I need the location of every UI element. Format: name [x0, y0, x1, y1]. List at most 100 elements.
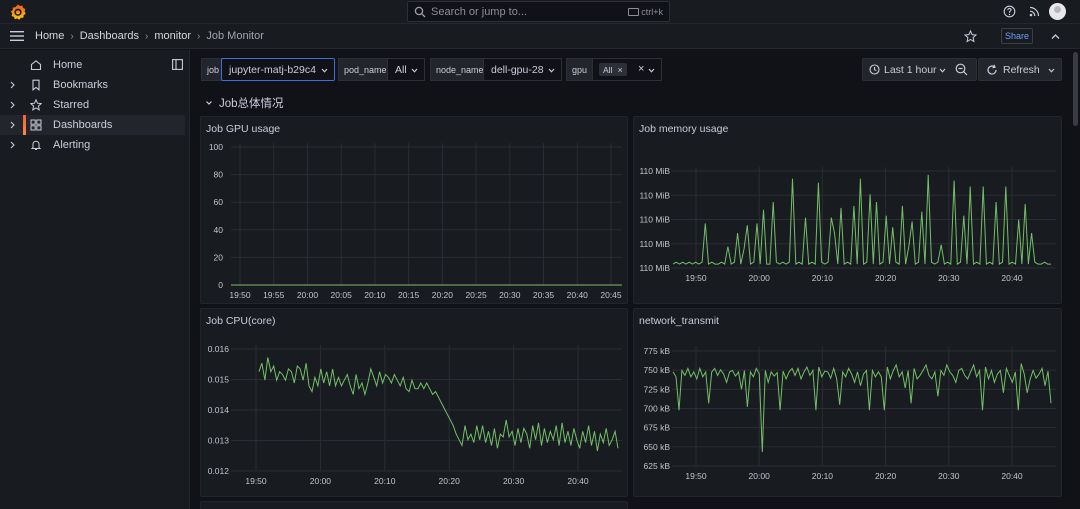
x-tick-label: 20:40 — [1001, 471, 1023, 481]
chevron-up-icon[interactable] — [1050, 31, 1061, 42]
gpu-selected-chip[interactable]: All × — [599, 63, 627, 76]
variable-node-name-select[interactable]: dell-gpu-28 — [483, 58, 562, 81]
network-transmit-chart: 775 kB 750 kB 725 kB 700 kB 675 kB 650 kB 625 … — [644, 346, 1056, 481]
scrollbar[interactable] — [1073, 52, 1078, 126]
y-tick-label: 625 kB — [644, 461, 671, 471]
y-tick-label: 0.015 — [208, 375, 230, 385]
panel-next-partial — [200, 501, 628, 509]
x-tick-label: 20:35 — [533, 290, 555, 300]
variable-gpu-select[interactable]: All × × — [592, 58, 662, 81]
sidebar-item-label: Bookmarks — [53, 79, 109, 91]
variable-pod-name-label: pod_name — [338, 58, 393, 81]
sidebar-item-bookmarks[interactable]: Bookmarks — [0, 75, 185, 95]
mark-favorite-star-icon[interactable] — [964, 30, 977, 43]
y-tick-label: 110 MiB — [639, 263, 670, 273]
panel-job-gpu-usage[interactable]: Job GPU usage 100 80 60 40 20 0 19:50 19:55 20:0… — [200, 116, 628, 304]
user-avatar[interactable] — [1049, 3, 1066, 20]
dashboard-row-header[interactable]: Job总体情况 — [205, 95, 284, 111]
chip-remove-icon[interactable]: × — [617, 65, 622, 75]
grafana-logo-icon[interactable] — [9, 3, 27, 21]
sidebar-item-starred[interactable]: Starred — [0, 95, 185, 115]
y-tick-label: 110 MiB — [639, 166, 670, 176]
home-icon — [30, 60, 42, 71]
chevron-down-icon — [548, 68, 555, 73]
variable-gpu-label: gpu — [566, 58, 594, 81]
y-tick-label: 675 kB — [644, 423, 671, 433]
chevron-down-icon[interactable] — [1048, 68, 1055, 73]
x-tick-label: 20:40 — [1001, 273, 1023, 283]
sidebar-item-dashboards[interactable]: Dashboards — [0, 115, 185, 135]
chevron-right-icon[interactable] — [9, 121, 16, 129]
top-bar: Search or jump to... ctrl+k — [0, 0, 1080, 24]
variable-node-name-label: node_name — [430, 58, 490, 81]
chip-label: All — [603, 64, 613, 75]
sidebar-item-label: Starred — [53, 99, 90, 111]
help-icon[interactable] — [1003, 5, 1016, 18]
x-tick-label: 19:55 — [263, 290, 285, 300]
y-tick-label: 110 MiB — [639, 215, 670, 225]
share-button[interactable]: Share — [1001, 28, 1033, 44]
sidebar-item-alerting[interactable]: Alerting — [0, 135, 185, 155]
menu-icon[interactable] — [10, 30, 24, 42]
x-tick-label: 20:10 — [812, 471, 834, 481]
active-indicator — [23, 115, 26, 135]
chevron-right-icon: › — [145, 30, 149, 42]
chevron-down-icon — [321, 68, 328, 73]
variable-pod-name-select[interactable]: All — [387, 58, 425, 81]
variable-job-select[interactable]: jupyter-matj-b29c4 — [221, 58, 335, 81]
keyboard-icon — [628, 7, 640, 16]
y-tick-label: 40 — [214, 225, 224, 235]
chevron-down-icon — [648, 68, 655, 73]
clear-icon[interactable]: × — [638, 63, 644, 75]
variable-job-value: jupyter-matj-b29c4 — [229, 63, 316, 76]
x-tick-label: 20:20 — [432, 290, 454, 300]
chevron-down-icon — [939, 68, 946, 73]
y-tick-label: 110 MiB — [639, 239, 670, 249]
breadcrumb: Home › Dashboards › monitor › Job Monito… — [35, 30, 264, 42]
news-rss-icon[interactable] — [1028, 5, 1041, 18]
y-tick-label: 20 — [214, 252, 224, 262]
time-range-label: Last 1 hour — [884, 64, 937, 76]
chevron-right-icon[interactable] — [9, 141, 16, 149]
x-tick-label: 20:10 — [374, 476, 396, 486]
zoom-out-icon[interactable] — [955, 63, 968, 76]
panel-job-cpu[interactable]: Job CPU(core) 0.016 0.015 0.014 0.013 0.012 1… — [200, 308, 628, 497]
x-tick-label: 19:50 — [229, 290, 251, 300]
variable-pod-name-value: All — [395, 63, 407, 76]
x-tick-label: 20:10 — [364, 290, 386, 300]
x-tick-label: 20:40 — [567, 476, 589, 486]
x-tick-label: 20:20 — [875, 471, 897, 481]
chevron-right-icon[interactable] — [9, 81, 16, 89]
x-tick-label: 20:05 — [331, 290, 353, 300]
search-placeholder: Search or jump to... — [431, 5, 527, 18]
panel-job-memory-usage[interactable]: Job memory usage 110 MiB 110 MiB 110 MiB 11… — [633, 116, 1062, 304]
x-tick-label: 20:30 — [499, 290, 521, 300]
x-tick-label: 20:30 — [938, 471, 960, 481]
y-tick-label: 700 kB — [644, 404, 671, 414]
breadcrumb-dashboards[interactable]: Dashboards — [80, 30, 139, 42]
search-bar[interactable]: Search or jump to... ctrl+k — [407, 1, 670, 22]
refresh-button[interactable]: Refresh — [978, 58, 1062, 81]
panel-network-transmit[interactable]: network_transmit 775 kB 750 kB 725 kB 700 k… — [633, 308, 1062, 497]
gpu-usage-chart: 100 80 60 40 20 0 19:50 19:55 20:00 20:05 20:10 20:… — [209, 142, 622, 300]
search-shortcut: ctrl+k — [628, 7, 663, 17]
sidebar-item-label: Home — [53, 59, 83, 71]
breadcrumb-bar: Home › Dashboards › monitor › Job Monito… — [0, 24, 1080, 49]
bell-icon — [30, 140, 42, 150]
x-tick-label: 20:25 — [465, 290, 487, 300]
search-icon — [414, 6, 426, 17]
cpu-usage-chart: 0.016 0.015 0.014 0.013 0.012 19:50 20:00 20:10… — [208, 344, 622, 486]
sidebar-item-label: Alerting — [53, 139, 91, 151]
sidebar-item-home[interactable]: Home — [0, 55, 185, 75]
x-tick-label: 20:45 — [600, 290, 622, 300]
variable-node-name-value: dell-gpu-28 — [491, 63, 544, 76]
x-tick-label: 20:00 — [310, 476, 332, 486]
breadcrumb-folder[interactable]: monitor — [154, 30, 191, 42]
chevron-down-icon — [206, 101, 212, 105]
breadcrumb-home[interactable]: Home — [35, 30, 64, 42]
breadcrumb-current: Job Monitor — [206, 30, 264, 42]
x-tick-label: 20:40 — [567, 290, 589, 300]
chevron-right-icon[interactable] — [9, 101, 16, 109]
y-tick-label: 725 kB — [644, 384, 671, 394]
chevron-right-icon: › — [197, 30, 201, 42]
